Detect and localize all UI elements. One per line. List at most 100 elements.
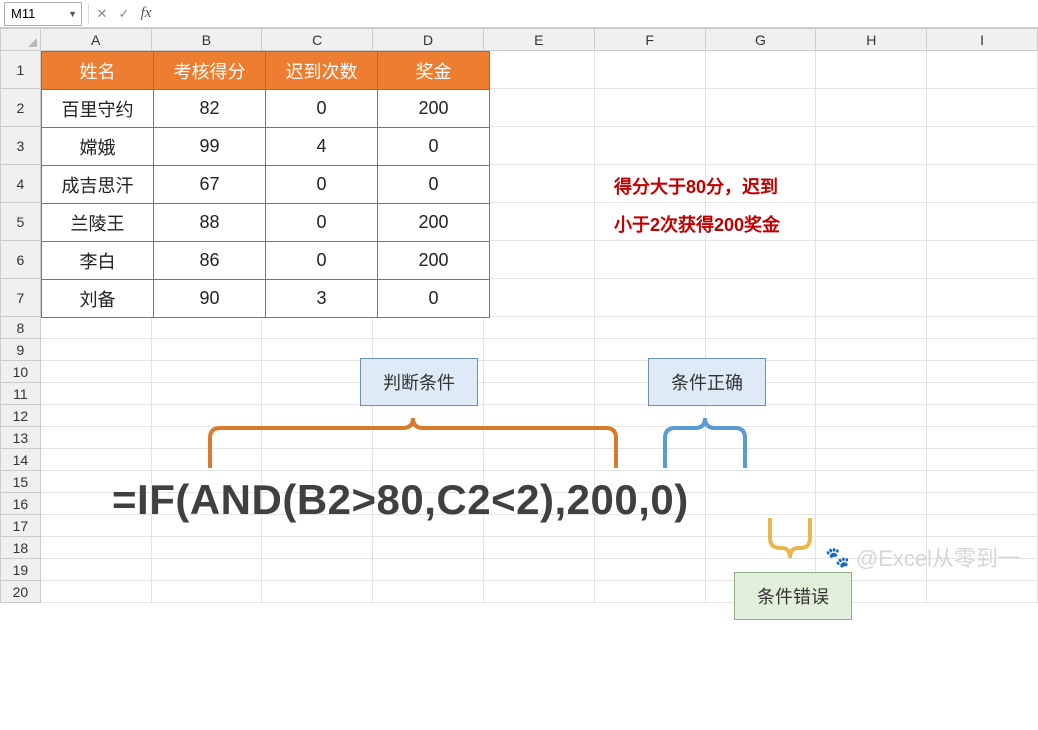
- row-header-1[interactable]: 1: [1, 51, 41, 89]
- cell[interactable]: [40, 449, 151, 471]
- cell[interactable]: [373, 537, 484, 559]
- cell[interactable]: [927, 241, 1038, 279]
- row-header-20[interactable]: 20: [1, 581, 41, 603]
- cell[interactable]: [594, 241, 705, 279]
- cell[interactable]: [816, 471, 927, 493]
- cell[interactable]: [40, 317, 151, 339]
- col-header-E[interactable]: E: [483, 29, 594, 51]
- cell[interactable]: [816, 127, 927, 165]
- cell[interactable]: [262, 361, 373, 383]
- cell[interactable]: [262, 581, 373, 603]
- col-header-F[interactable]: F: [594, 29, 705, 51]
- cell[interactable]: [927, 51, 1038, 89]
- cell[interactable]: [816, 279, 927, 317]
- cell[interactable]: [816, 241, 927, 279]
- cell[interactable]: [483, 165, 594, 203]
- cell[interactable]: [483, 361, 594, 383]
- cell[interactable]: [483, 89, 594, 127]
- cell[interactable]: [816, 339, 927, 361]
- row-header-9[interactable]: 9: [1, 339, 41, 361]
- cell[interactable]: [705, 89, 816, 127]
- cell[interactable]: [594, 279, 705, 317]
- cell[interactable]: [483, 383, 594, 405]
- col-header-C[interactable]: C: [262, 29, 373, 51]
- cell[interactable]: [705, 317, 816, 339]
- cell[interactable]: [151, 339, 262, 361]
- cell[interactable]: [40, 339, 151, 361]
- cell[interactable]: [483, 279, 594, 317]
- cell[interactable]: [927, 361, 1038, 383]
- row-header-2[interactable]: 2: [1, 89, 41, 127]
- cell[interactable]: [927, 89, 1038, 127]
- cell[interactable]: [927, 279, 1038, 317]
- row-header-6[interactable]: 6: [1, 241, 41, 279]
- name-box[interactable]: M11 ▼: [4, 2, 82, 26]
- cell[interactable]: [483, 317, 594, 339]
- cell[interactable]: [816, 405, 927, 427]
- cell[interactable]: [151, 537, 262, 559]
- row-header-19[interactable]: 19: [1, 559, 41, 581]
- col-header-H[interactable]: H: [816, 29, 927, 51]
- cell[interactable]: [151, 383, 262, 405]
- cell[interactable]: [40, 537, 151, 559]
- cell[interactable]: [705, 493, 816, 515]
- cancel-icon[interactable]: ✕: [91, 3, 113, 25]
- cell[interactable]: [262, 383, 373, 405]
- cell[interactable]: [927, 427, 1038, 449]
- spreadsheet-grid[interactable]: ABCDEFGHI1234567891011121314151617181920…: [0, 28, 1038, 603]
- cell[interactable]: [816, 449, 927, 471]
- cell[interactable]: [594, 51, 705, 89]
- cell[interactable]: [40, 427, 151, 449]
- cell[interactable]: [927, 515, 1038, 537]
- cell[interactable]: [483, 559, 594, 581]
- row-header-14[interactable]: 14: [1, 449, 41, 471]
- row-header-10[interactable]: 10: [1, 361, 41, 383]
- cell[interactable]: [262, 537, 373, 559]
- row-header-5[interactable]: 5: [1, 203, 41, 241]
- cell[interactable]: [40, 581, 151, 603]
- cell[interactable]: [594, 317, 705, 339]
- cell[interactable]: [594, 89, 705, 127]
- cell[interactable]: [927, 165, 1038, 203]
- col-header-B[interactable]: B: [151, 29, 262, 51]
- row-header-16[interactable]: 16: [1, 493, 41, 515]
- col-header-A[interactable]: A: [40, 29, 151, 51]
- cell[interactable]: [594, 537, 705, 559]
- cell[interactable]: [816, 427, 927, 449]
- cell[interactable]: [594, 559, 705, 581]
- cell[interactable]: [705, 241, 816, 279]
- cell[interactable]: [816, 51, 927, 89]
- row-header-11[interactable]: 11: [1, 383, 41, 405]
- cell[interactable]: [816, 515, 927, 537]
- cell[interactable]: [927, 317, 1038, 339]
- cell[interactable]: [262, 317, 373, 339]
- cell[interactable]: [373, 559, 484, 581]
- cell[interactable]: [705, 127, 816, 165]
- select-all-corner[interactable]: [1, 29, 41, 51]
- cell[interactable]: [594, 581, 705, 603]
- cell[interactable]: [262, 559, 373, 581]
- cell[interactable]: [816, 383, 927, 405]
- cell[interactable]: [40, 559, 151, 581]
- col-header-D[interactable]: D: [373, 29, 484, 51]
- row-header-8[interactable]: 8: [1, 317, 41, 339]
- cell[interactable]: [927, 127, 1038, 165]
- row-header-13[interactable]: 13: [1, 427, 41, 449]
- cell[interactable]: [151, 317, 262, 339]
- cell[interactable]: [483, 51, 594, 89]
- cell[interactable]: [594, 127, 705, 165]
- row-header-18[interactable]: 18: [1, 537, 41, 559]
- cell[interactable]: [373, 581, 484, 603]
- col-header-G[interactable]: G: [705, 29, 816, 51]
- cell[interactable]: [927, 405, 1038, 427]
- cell[interactable]: [483, 203, 594, 241]
- cell[interactable]: [927, 493, 1038, 515]
- cell[interactable]: [927, 203, 1038, 241]
- cell[interactable]: [705, 51, 816, 89]
- cell[interactable]: [816, 165, 927, 203]
- cell[interactable]: [151, 559, 262, 581]
- cell[interactable]: [483, 581, 594, 603]
- fx-icon[interactable]: fx: [135, 3, 157, 25]
- cell[interactable]: [927, 471, 1038, 493]
- cell[interactable]: [816, 89, 927, 127]
